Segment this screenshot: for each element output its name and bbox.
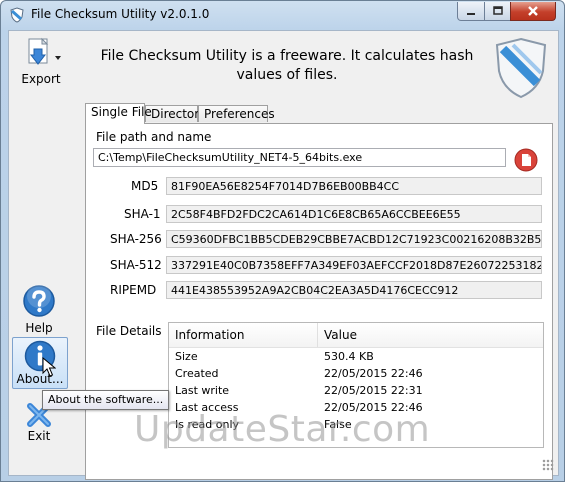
shield-logo-icon [495, 37, 547, 99]
detail-info: Created [175, 367, 219, 380]
tab-directory[interactable]: Directory [145, 105, 206, 122]
app-window: File Checksum Utility v2.0.1.0 Export Fi… [0, 0, 565, 482]
file-path-label: File path and name [96, 130, 212, 144]
hash-value-sha512[interactable]: 337291E40C0B7358EFF7A349EF03AEFCCF2018D8… [166, 256, 542, 274]
details-row[interactable]: Created 22/05/2015 22:46 [169, 366, 543, 383]
detail-value: 22/05/2015 22:46 [324, 367, 423, 380]
file-path-input[interactable]: C:\Temp\FileChecksumUtility_NET4-5_64bit… [93, 148, 506, 167]
tab-single-file[interactable]: Single File [85, 103, 152, 124]
maximize-icon [492, 6, 503, 15]
hash-label-md5: MD5 [131, 179, 159, 193]
detail-info: Size [175, 350, 198, 363]
help-icon [23, 284, 55, 317]
export-icon [28, 37, 61, 65]
help-label: Help [25, 321, 53, 335]
file-details-label: File Details [96, 324, 162, 338]
window-title: File Checksum Utility v2.0.1.0 [31, 7, 210, 21]
column-information[interactable]: Information [175, 328, 244, 342]
maximize-button[interactable] [484, 2, 511, 21]
tab-preferences[interactable]: Preferences [198, 105, 275, 122]
hash-label-sha512: SHA-512 [110, 258, 162, 272]
help-button[interactable]: Help [15, 284, 63, 335]
headline-text: File Checksum Utility is a freeware. It … [100, 48, 474, 83]
export-label: Export [21, 72, 61, 86]
exit-label: Exit [27, 429, 51, 443]
detail-info: Last write [175, 384, 230, 397]
detail-value: 530.4 KB [324, 350, 374, 363]
app-shield-icon [10, 7, 24, 23]
about-button[interactable]: About... [12, 337, 68, 389]
hash-value-ripemd[interactable]: 441E438553952A9A2CB04C2EA3A5D4176CECC912 [166, 281, 542, 299]
detail-value: 22/05/2015 22:31 [324, 384, 423, 397]
hash-value-sha1[interactable]: 2C58F4BFD2FDC2CA614D1C6E8CB65A6CCBEE6E55 [166, 205, 542, 223]
details-row[interactable]: Size 530.4 KB [169, 349, 543, 366]
hash-value-sha256[interactable]: C59360DFBC1BB5CDEB29CBBE7ACBD12C71923C00… [166, 230, 542, 248]
about-tooltip: About the software... [42, 390, 170, 410]
open-file-button[interactable] [514, 148, 538, 172]
watermark-text: UpdateStar.com [134, 409, 431, 450]
title-bar[interactable]: File Checksum Utility v2.0.1.0 [1, 1, 564, 29]
hash-label-ripemd: RIPEMD [110, 283, 157, 297]
document-icon [514, 148, 538, 172]
hash-label-sha256: SHA-256 [110, 232, 162, 246]
close-button[interactable] [510, 2, 556, 21]
column-value[interactable]: Value [324, 328, 357, 342]
minimize-icon [467, 13, 475, 15]
details-row[interactable]: Last write 22/05/2015 22:31 [169, 383, 543, 400]
close-icon [528, 6, 538, 16]
mouse-cursor-icon [42, 357, 56, 377]
export-button[interactable]: Export [13, 37, 69, 86]
hash-value-md5[interactable]: 81F90EA56E8254F7014D7B6EB00BB4CC [166, 177, 542, 195]
minimize-button[interactable] [457, 2, 485, 21]
resize-grip[interactable] [542, 459, 554, 471]
about-label: About... [16, 372, 64, 386]
details-header: Information Value [169, 323, 543, 348]
hash-label-sha1: SHA-1 [124, 207, 161, 221]
